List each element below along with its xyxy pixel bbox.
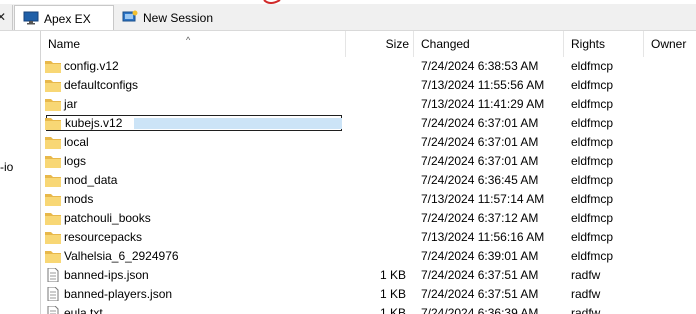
folder-icon	[45, 192, 61, 206]
file-rights: eldfmcp	[571, 59, 614, 73]
file-changed: 7/24/2024 6:36:45 AM	[421, 173, 539, 187]
file-rights: eldfmcp	[571, 135, 614, 149]
file-row[interactable]: resourcepacks 7/13/2024 11:56:16 AM eldfmc…	[41, 228, 696, 247]
file-changed: 7/24/2024 6:37:51 AM	[421, 287, 539, 301]
file-rights: radfw	[571, 268, 601, 282]
file-name: patchouli_books	[64, 211, 151, 225]
folder-icon	[45, 97, 61, 111]
file-changed: 7/24/2024 6:37:01 AM	[421, 116, 539, 130]
file-row[interactable]: mod_data 7/24/2024 6:36:45 AM eldfmcp	[41, 171, 696, 190]
folder-icon	[45, 135, 61, 149]
file-name: jar	[64, 97, 78, 111]
folder-icon	[45, 173, 61, 187]
file-rights: eldfmcp	[571, 192, 614, 206]
sort-ascending-icon: ^	[186, 35, 191, 45]
file-name: eula.txt	[64, 306, 103, 314]
column-header-owner[interactable]: Owner	[644, 31, 696, 57]
tab-new-session[interactable]: New Session	[114, 5, 214, 30]
column-header-rights[interactable]: Rights	[564, 31, 644, 57]
file-row[interactable]: banned-ips.json 1 KB 7/24/2024 6:37:51 AM r…	[41, 266, 696, 285]
file-changed: 7/13/2024 11:41:29 AM	[421, 97, 545, 111]
file-icon	[45, 305, 61, 314]
file-changed: 7/24/2024 6:37:12 AM	[421, 211, 539, 225]
file-rights: eldfmcp	[571, 97, 614, 111]
file-changed: 7/24/2024 6:39:01 AM	[421, 249, 539, 263]
file-name: mods	[64, 192, 94, 206]
file-name: banned-players.json	[64, 287, 173, 301]
file-size: 1 KB	[379, 306, 406, 314]
file-rights: eldfmcp	[571, 154, 614, 168]
column-header-name-label: Name	[48, 37, 81, 51]
close-icon[interactable]: ✕	[0, 10, 6, 24]
folder-icon	[45, 249, 61, 263]
file-row[interactable]: defaultconfigs 7/13/2024 11:55:56 AM eldfm…	[41, 76, 696, 95]
file-name: logs	[64, 154, 87, 168]
file-size: 1 KB	[379, 268, 406, 282]
file-row[interactable]: config.v12 7/24/2024 6:38:53 AM eldfmcp	[41, 57, 696, 76]
file-name: Valhelsia_6_2924976	[64, 249, 179, 263]
file-changed: 7/24/2024 6:36:39 AM	[421, 306, 539, 314]
file-size: 1 KB	[379, 287, 406, 301]
folder-icon	[45, 230, 61, 244]
monitor-icon	[23, 11, 39, 25]
column-header-size[interactable]: Size	[346, 31, 414, 57]
column-header-name[interactable]: Name ^	[41, 31, 346, 57]
file-row[interactable]: local 7/24/2024 6:37:01 AM eldfmcp	[41, 133, 696, 152]
file-rights: eldfmcp	[571, 211, 614, 225]
file-icon	[45, 267, 61, 283]
file-rights: eldfmcp	[571, 230, 614, 244]
tab-label: Apex EX	[44, 12, 91, 26]
file-changed: 7/13/2024 11:57:14 AM	[421, 192, 545, 206]
file-rows: config.v12 7/24/2024 6:38:53 AM eldfmcp def…	[41, 57, 696, 314]
file-row[interactable]: mods 7/13/2024 11:57:14 AM eldfmcp	[41, 190, 696, 209]
file-changed: 7/24/2024 6:37:51 AM	[421, 268, 539, 282]
file-row[interactable]: Valhelsia_6_2924976 7/24/2024 6:39:01 AM e…	[41, 247, 696, 266]
file-name: banned-ips.json	[64, 268, 149, 282]
tab-apex-ex[interactable]: Apex EX	[14, 5, 114, 30]
tab-previous[interactable]: ✕	[0, 5, 13, 30]
file-rights: eldfmcp	[571, 173, 614, 187]
file-name: defaultconfigs	[64, 78, 139, 92]
file-changed: 7/13/2024 11:55:56 AM	[421, 78, 545, 92]
tab-label: New Session	[143, 11, 214, 25]
file-rights: eldfmcp	[571, 116, 614, 130]
file-changed: 7/24/2024 6:38:53 AM	[421, 59, 539, 73]
red-arc-icon	[263, 0, 281, 4]
file-name: mod_data	[64, 173, 118, 187]
file-list[interactable]: Name ^ Size Changed Rights Owner config.…	[41, 31, 696, 314]
rename-input[interactable]: kubejs.v12	[46, 115, 342, 131]
file-changed: 7/24/2024 6:37:01 AM	[421, 135, 539, 149]
column-header-changed[interactable]: Changed	[414, 31, 564, 57]
file-row[interactable]: banned-players.json 1 KB 7/24/2024 6:37:51…	[41, 285, 696, 304]
file-name: config.v12	[64, 59, 119, 73]
file-manager-window: ✕ Apex EX New Session -io Name ^ Size Ch…	[0, 0, 696, 314]
file-name: local	[64, 135, 89, 149]
text-selection-highlight	[134, 118, 342, 129]
new-session-icon	[122, 10, 138, 22]
file-rights: eldfmcp	[571, 249, 614, 263]
tree-item-label[interactable]: -io	[0, 160, 13, 174]
rename-input-value: kubejs.v12	[65, 116, 123, 130]
top-edge	[0, 0, 696, 4]
directory-tree-pane[interactable]: -io	[0, 31, 41, 314]
file-row[interactable]: logs 7/24/2024 6:37:01 AM eldfmcp	[41, 152, 696, 171]
file-row[interactable]: kubejs.v12 7/24/2024 6:37:01 AM eldfmcp	[41, 114, 696, 133]
file-rights: eldfmcp	[571, 78, 614, 92]
folder-icon	[45, 116, 61, 130]
file-name: resourcepacks	[64, 230, 143, 244]
file-row[interactable]: patchouli_books 7/24/2024 6:37:12 AM eldfm…	[41, 209, 696, 228]
tab-bar: ✕ Apex EX New Session	[0, 0, 696, 31]
file-rights: radfw	[571, 306, 601, 314]
folder-icon	[45, 154, 61, 168]
file-row[interactable]: eula.txt 1 KB 7/24/2024 6:36:39 AM radfw	[41, 304, 696, 314]
folder-icon	[45, 78, 61, 92]
file-row[interactable]: jar 7/13/2024 11:41:29 AM eldfmcp	[41, 95, 696, 114]
folder-icon	[45, 59, 61, 73]
folder-icon	[45, 211, 61, 225]
file-rights: radfw	[571, 287, 601, 301]
column-header-row: Name ^ Size Changed Rights Owner	[41, 31, 696, 57]
file-changed: 7/24/2024 6:37:01 AM	[421, 154, 539, 168]
file-icon	[45, 286, 61, 302]
file-changed: 7/13/2024 11:56:16 AM	[421, 230, 545, 244]
